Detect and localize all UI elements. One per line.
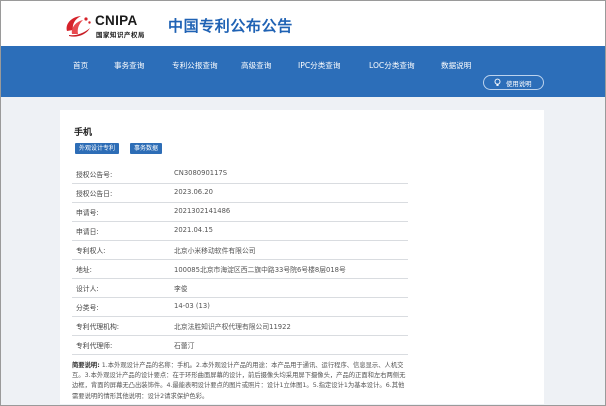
brief-description-text: 简要说明: 1.本外观设计产品的名称：手机。2.本外观设计产品的用途：本产品用于… bbox=[72, 361, 408, 402]
cnipa-logo[interactable]: CNIPA 国家知识产权局 bbox=[63, 13, 159, 39]
field-label: 专利权人: bbox=[76, 247, 106, 255]
field-label: 申请号: bbox=[76, 209, 99, 217]
field-label: 授权公告日: bbox=[76, 190, 113, 198]
field-value: CN308090117S bbox=[174, 169, 228, 177]
brief-description: 简要说明: 1.本外观设计产品的名称：手机。2.本外观设计产品的用途：本产品用于… bbox=[72, 361, 408, 402]
site-title: 中国专利公布公告 bbox=[168, 17, 293, 35]
logo-text-en: CNIPA bbox=[95, 13, 138, 28]
field-row-address: 地址: 100085北京市海淀区西二旗中路33号院6号楼8层018号 bbox=[72, 259, 408, 279]
field-row-grant-number: 授权公告号: CN308090117S bbox=[72, 164, 408, 184]
nav-gazette-query[interactable]: 专利公报查询 bbox=[172, 60, 218, 71]
field-row-grant-date: 授权公告日: 2023.06.20 bbox=[72, 183, 408, 203]
main-nav: 首页 事务查询 专利公报查询 高级查询 IPC分类查询 LOC分类查询 数据说明… bbox=[1, 46, 605, 97]
brief-description-label: 简要说明: bbox=[72, 362, 100, 369]
field-label: 专利代理师: bbox=[76, 342, 113, 350]
field-label: 地址: bbox=[76, 266, 92, 274]
site-header: CNIPA 国家知识产权局 中国专利公布公告 bbox=[1, 1, 605, 45]
logo-text-cn: 国家知识产权局 bbox=[96, 31, 145, 39]
field-label: 分类号: bbox=[76, 304, 99, 312]
nav-ipc-query[interactable]: IPC分类查询 bbox=[298, 60, 341, 71]
field-row-application-date: 申请日: 2021.04.15 bbox=[72, 221, 408, 241]
field-value: 2021302141486 bbox=[174, 207, 231, 215]
field-value: 100085北京市海淀区西二旗中路33号院6号楼8层018号 bbox=[174, 266, 346, 274]
brief-description-body: 1.本外观设计产品的名称：手机。2.本外观设计产品的用途：本产品用于通讯、运行程… bbox=[72, 362, 406, 400]
field-value: 北京小米移动软件有限公司 bbox=[174, 247, 256, 255]
nav-data-description[interactable]: 数据说明 bbox=[441, 60, 471, 71]
field-row-agency: 专利代理机构: 北京法胜知识产权代理有限公司11922 bbox=[72, 316, 408, 336]
field-value: 2021.04.15 bbox=[174, 226, 213, 234]
field-value: 2023.06.20 bbox=[174, 188, 213, 196]
tag-transaction-data[interactable]: 事务数据 bbox=[130, 143, 163, 154]
field-row-agent: 专利代理师: 石蕾汀 bbox=[72, 335, 408, 355]
field-label: 设计人: bbox=[76, 285, 99, 293]
field-label: 申请日: bbox=[76, 228, 99, 236]
field-value: 14-03 (13) bbox=[174, 302, 210, 310]
field-row-patentee: 专利权人: 北京小米移动软件有限公司 bbox=[72, 240, 408, 260]
nav-home[interactable]: 首页 bbox=[73, 60, 88, 71]
field-row-classification: 分类号: 14-03 (13) bbox=[72, 297, 408, 317]
field-label: 专利代理机构: bbox=[76, 323, 120, 331]
field-value: 李俊 bbox=[174, 285, 188, 293]
nav-loc-query[interactable]: LOC分类查询 bbox=[369, 60, 415, 71]
help-button-label: 使用说明 bbox=[506, 80, 532, 88]
nav-advanced-query[interactable]: 高级查询 bbox=[241, 60, 271, 71]
field-row-designer: 设计人: 李俊 bbox=[72, 278, 408, 298]
record-title: 手机 bbox=[74, 128, 93, 138]
tag-design-patent[interactable]: 外观设计专利 bbox=[75, 143, 120, 154]
lightbulb-icon bbox=[494, 78, 501, 86]
help-button[interactable]: 使用说明 bbox=[483, 75, 544, 90]
field-value: 石蕾汀 bbox=[174, 342, 195, 350]
field-label: 授权公告号: bbox=[76, 171, 113, 179]
field-row-application-number: 申请号: 2021302141486 bbox=[72, 202, 408, 222]
field-value: 北京法胜知识产权代理有限公司11922 bbox=[174, 323, 291, 331]
nav-transaction-query[interactable]: 事务查询 bbox=[114, 60, 144, 71]
cnipa-emblem-icon bbox=[66, 16, 91, 37]
